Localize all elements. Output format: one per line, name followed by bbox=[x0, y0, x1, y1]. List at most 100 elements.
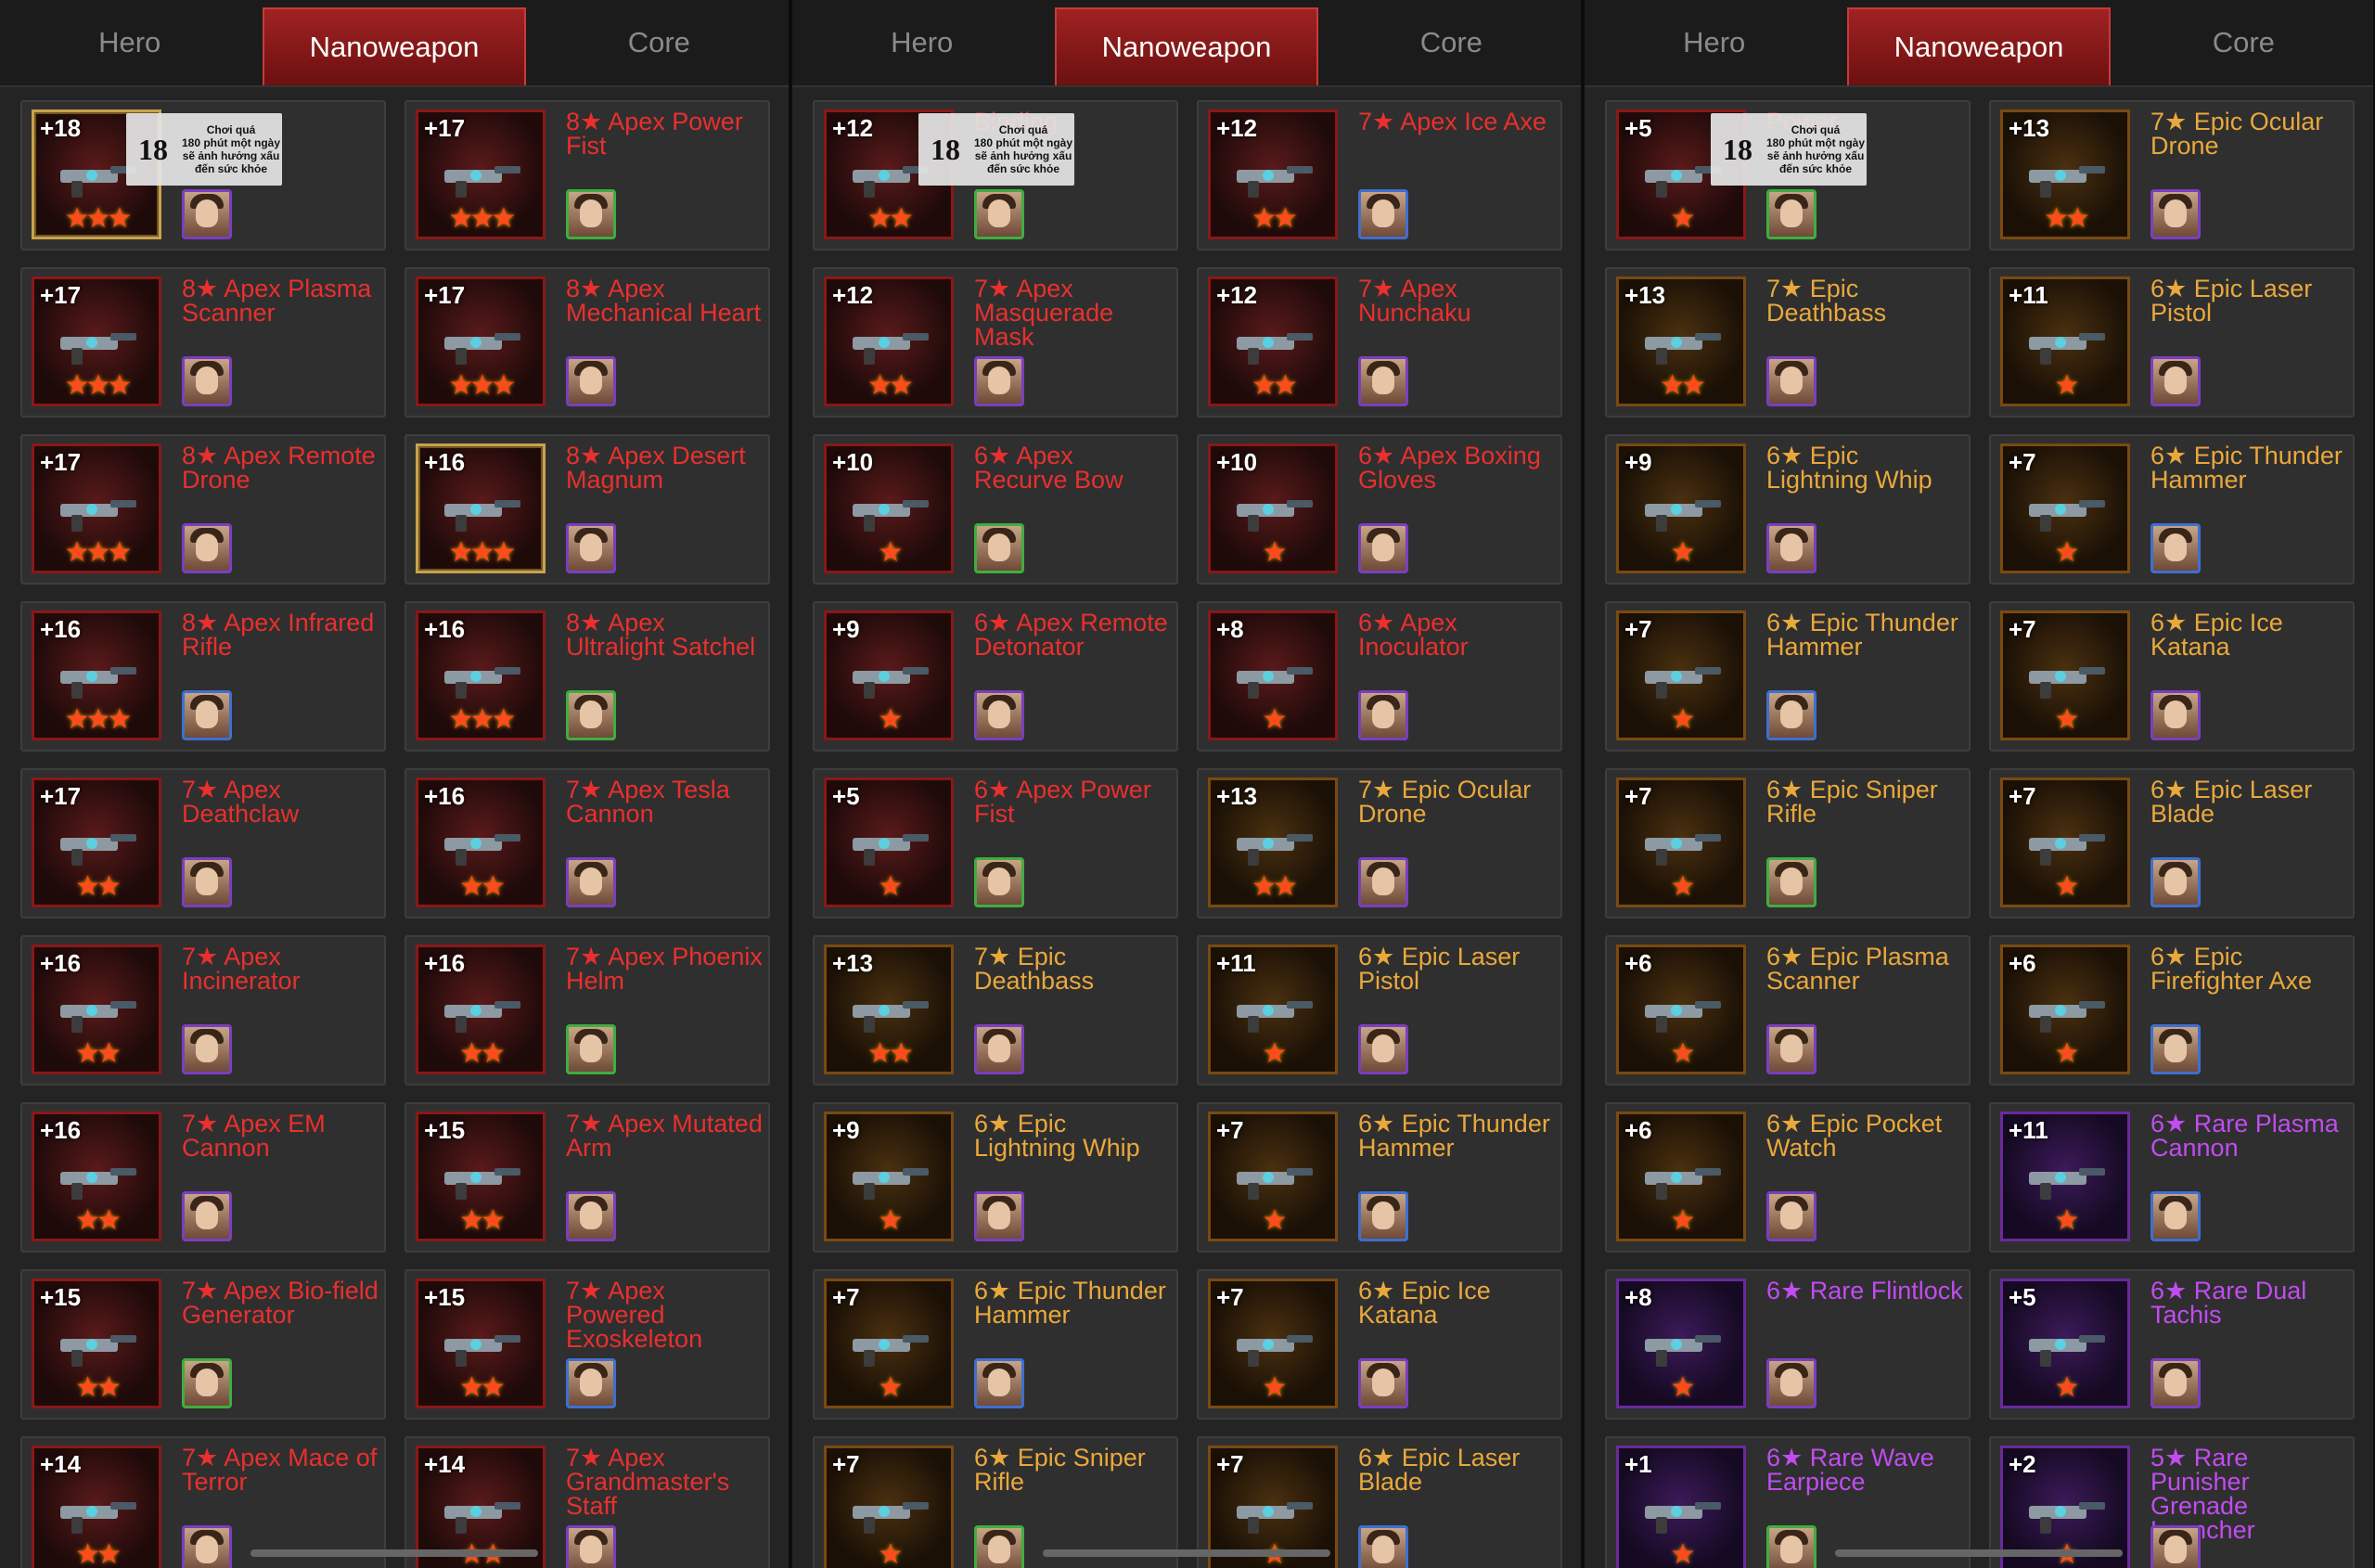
nanoweapon-card[interactable]: +12 ★★ 7★ Apex Ice Axe bbox=[1197, 100, 1562, 251]
nanoweapon-card[interactable]: +18 ★★★ 18 Chơi quá 180 phút một ngày sẽ ảnh … bbox=[20, 100, 386, 251]
item-thumbnail: +14 ★★ bbox=[32, 1446, 161, 1568]
nanoweapon-card[interactable]: +14 ★★ 7★ Apex Mace of Terror bbox=[20, 1436, 386, 1568]
item-name: 6★ Apex Boxing Gloves bbox=[1358, 442, 1541, 494]
nanoweapon-card[interactable]: +13 ★★ 7★ Epic Ocular Drone bbox=[1989, 100, 2355, 251]
nanoweapon-card[interactable]: +16 ★★★ 8★ Apex Desert Magnum bbox=[404, 434, 770, 585]
nanoweapon-card[interactable]: +17 ★★★ 8★ Apex Mechanical Heart bbox=[404, 267, 770, 418]
nanoweapon-card[interactable]: +16 ★★★ 8★ Apex Infrared Rifle bbox=[20, 601, 386, 752]
item-level: +10 bbox=[1216, 448, 1258, 476]
nanoweapon-card[interactable]: +2★5★ Rare Punisher Grenade Launcher bbox=[1989, 1436, 2355, 1568]
nanoweapon-card[interactable]: +16 ★★ 7★ Apex Incinerator bbox=[20, 935, 386, 1086]
tab-core[interactable]: Core bbox=[1322, 0, 1581, 85]
nanoweapon-card[interactable]: +8 ★ 6★ Apex Inoculator bbox=[1197, 601, 1562, 752]
nanoweapon-card[interactable]: +13 ★★ 7★ Epic Ocular Drone bbox=[1197, 768, 1562, 919]
nanoweapon-card[interactable]: +10 ★ 6★ Apex Recurve Bow bbox=[813, 434, 1178, 585]
nanoweapon-card[interactable]: +7 ★ 6★ Epic Thunder Hammer bbox=[813, 1269, 1178, 1420]
nanoweapon-card[interactable]: +9 ★ 6★ Apex Remote Detonator bbox=[813, 601, 1178, 752]
nanoweapon-card[interactable]: +7 ★ 6★ Epic Ice Katana bbox=[1989, 601, 2355, 752]
nanoweapon-card[interactable]: +6 ★ 6★ Epic Firefighter Axe bbox=[1989, 935, 2355, 1086]
horizontal-scrollbar[interactable] bbox=[250, 1549, 538, 1557]
nanoweapon-card[interactable]: +5 ★ 6★ Apex Power Fist bbox=[813, 768, 1178, 919]
tab-hero[interactable]: Hero bbox=[792, 0, 1051, 85]
hero-avatar bbox=[2150, 356, 2201, 406]
item-name: 7★ Apex EM Cannon bbox=[182, 1110, 326, 1162]
nanoweapon-card[interactable]: +16 ★★ 7★ Apex Phoenix Helm bbox=[404, 935, 770, 1086]
nanoweapon-card[interactable]: +11 ★ 6★ Rare Plasma Cannon bbox=[1989, 1102, 2355, 1253]
nanoweapon-card[interactable]: +7 ★ 6★ Epic Ice Katana bbox=[1197, 1269, 1562, 1420]
item-thumbnail: +10 ★ bbox=[824, 443, 954, 573]
horizontal-scrollbar[interactable] bbox=[1043, 1549, 1330, 1557]
nanoweapon-card[interactable]: +11 ★ 6★ Epic Laser Pistol bbox=[1989, 267, 2355, 418]
nanoweapon-card[interactable]: +15 ★★ 7★ Apex Mutated Arm bbox=[404, 1102, 770, 1253]
hero-avatar bbox=[182, 1024, 232, 1074]
item-level: +17 bbox=[40, 281, 82, 309]
tab-nanoweapon[interactable]: Nanoweapon bbox=[1055, 7, 1318, 85]
hero-avatar bbox=[974, 356, 1024, 406]
nanoweapon-card[interactable]: +15 ★★ 7★ Apex Bio-field Generator bbox=[20, 1269, 386, 1420]
weapon-icon bbox=[2023, 983, 2112, 1038]
hero-avatar bbox=[182, 1191, 232, 1241]
nanoweapon-card[interactable]: +7 ★ 6★ Epic Thunder Hammer bbox=[1989, 434, 2355, 585]
nanoweapon-card[interactable]: +10 ★ 6★ Apex Boxing Gloves bbox=[1197, 434, 1562, 585]
nanoweapon-card[interactable]: +15 ★★ 7★ Apex Powered Exoskeleton bbox=[404, 1269, 770, 1420]
nanoweapon-card[interactable]: +12 ★★ 7★ Apex Masquerade Mask bbox=[813, 267, 1178, 418]
star-rating: ★★ bbox=[75, 871, 122, 902]
weapon-icon bbox=[1231, 816, 1320, 871]
nanoweapon-card[interactable]: +12★★Binding18Chơi quá180 phút một ngàys… bbox=[813, 100, 1178, 251]
nanoweapon-card[interactable]: +7 ★ 6★ Epic Thunder Hammer bbox=[1605, 601, 1971, 752]
nanoweapon-card[interactable]: +9 ★ 6★ Epic Lightning Whip bbox=[1605, 434, 1971, 585]
hero-avatar bbox=[2150, 523, 2201, 573]
nanoweapon-card[interactable]: +17 ★★★ 8★ Apex Plasma Scanner bbox=[20, 267, 386, 418]
nanoweapon-card[interactable]: +6 ★ 6★ Epic Pocket Watch bbox=[1605, 1102, 1971, 1253]
hero-avatar bbox=[974, 1191, 1024, 1241]
tab-nanoweapon[interactable]: Nanoweapon bbox=[263, 7, 526, 85]
tab-nanoweapon[interactable]: Nanoweapon bbox=[1847, 7, 2111, 85]
nanoweapon-card[interactable]: +5 ★ 6★ Rare Dual Tachis bbox=[1989, 1269, 2355, 1420]
item-thumbnail: +13 ★★ bbox=[1616, 276, 1746, 406]
nanoweapon-card[interactable]: +17 ★★★ 8★ Apex Power Fist bbox=[404, 100, 770, 251]
nanoweapon-card[interactable]: +16 ★★★ 8★ Apex Ultralight Satchel bbox=[404, 601, 770, 752]
age-rating-text: Chơi quá 180 phút một ngày sẽ ảnh hưởng xấ… bbox=[972, 123, 1074, 175]
item-name: 6★ Epic Firefighter Axe bbox=[2150, 943, 2313, 995]
hero-avatar bbox=[1766, 1358, 1817, 1408]
nanoweapon-card[interactable]: +9 ★ 6★ Epic Lightning Whip bbox=[813, 1102, 1178, 1253]
item-thumbnail: +16 ★★ bbox=[416, 778, 546, 907]
nanoweapon-card[interactable]: +7 ★ 6★ Epic Sniper Rifle bbox=[1605, 768, 1971, 919]
nanoweapon-card[interactable]: +12 ★★ 7★ Apex Nunchaku bbox=[1197, 267, 1562, 418]
tab-core[interactable]: Core bbox=[2114, 0, 2373, 85]
tab-core[interactable]: Core bbox=[530, 0, 789, 85]
nanoweapon-card[interactable]: +8 ★ 6★ Rare Flintlock bbox=[1605, 1269, 1971, 1420]
weapon-icon bbox=[439, 482, 528, 537]
tab-bar: Hero Nanoweapon Core bbox=[0, 0, 789, 87]
nanoweapon-card[interactable]: +13 ★★ 7★ Epic Deathbass bbox=[813, 935, 1178, 1086]
nanoweapon-card[interactable]: +7★6★ Epic Laser Blade bbox=[1197, 1436, 1562, 1568]
star-rating: ★ bbox=[1262, 1038, 1288, 1069]
nanoweapon-card[interactable]: +16 ★★ 7★ Apex Tesla Cannon bbox=[404, 768, 770, 919]
nanoweapon-card[interactable]: +17 ★★ 7★ Apex Deathclaw bbox=[20, 768, 386, 919]
item-level: +7 bbox=[2009, 615, 2036, 643]
nanoweapon-card[interactable]: +7 ★ 6★ Epic Sniper Rifle bbox=[813, 1436, 1178, 1568]
item-level: +12 bbox=[1216, 114, 1258, 142]
item-thumbnail: +11 ★ bbox=[2000, 1112, 2130, 1241]
nanoweapon-card[interactable]: +13 ★★ 7★ Epic Deathbass bbox=[1605, 267, 1971, 418]
tab-hero[interactable]: Hero bbox=[1585, 0, 1843, 85]
nanoweapon-card[interactable]: +7 ★ 6★ Epic Thunder Hammer bbox=[1197, 1102, 1562, 1253]
star-rating: ★ bbox=[878, 537, 904, 568]
nanoweapon-card[interactable]: +14★★7★ Apex Grandmaster's Staff bbox=[404, 1436, 770, 1568]
item-level: +11 bbox=[2009, 281, 2048, 309]
nanoweapon-card[interactable]: +11 ★ 6★ Epic Laser Pistol bbox=[1197, 935, 1562, 1086]
item-thumbnail: +16 ★★★ bbox=[32, 610, 161, 740]
item-name: 7★ Epic Deathbass bbox=[974, 943, 1095, 995]
star-rating: ★★ bbox=[1252, 370, 1298, 401]
star-rating: ★ bbox=[2054, 537, 2080, 568]
star-rating: ★ bbox=[878, 1539, 904, 1568]
nanoweapon-card[interactable]: +1 ★ 6★ Rare Wave Earpiece bbox=[1605, 1436, 1971, 1568]
tab-hero[interactable]: Hero bbox=[0, 0, 259, 85]
nanoweapon-card[interactable]: +5★Power18Chơi quá180 phút một ngàysẽ ản… bbox=[1605, 100, 1971, 251]
nanoweapon-card[interactable]: +7★6★ Epic Laser Blade bbox=[1989, 768, 2355, 919]
horizontal-scrollbar[interactable] bbox=[1835, 1549, 2123, 1557]
nanoweapon-card[interactable]: +16 ★★ 7★ Apex EM Cannon bbox=[20, 1102, 386, 1253]
nanoweapon-card[interactable]: +6 ★ 6★ Epic Plasma Scanner bbox=[1605, 935, 1971, 1086]
item-thumbnail: +7 ★ bbox=[824, 1446, 954, 1568]
nanoweapon-card[interactable]: +17 ★★★ 8★ Apex Remote Drone bbox=[20, 434, 386, 585]
